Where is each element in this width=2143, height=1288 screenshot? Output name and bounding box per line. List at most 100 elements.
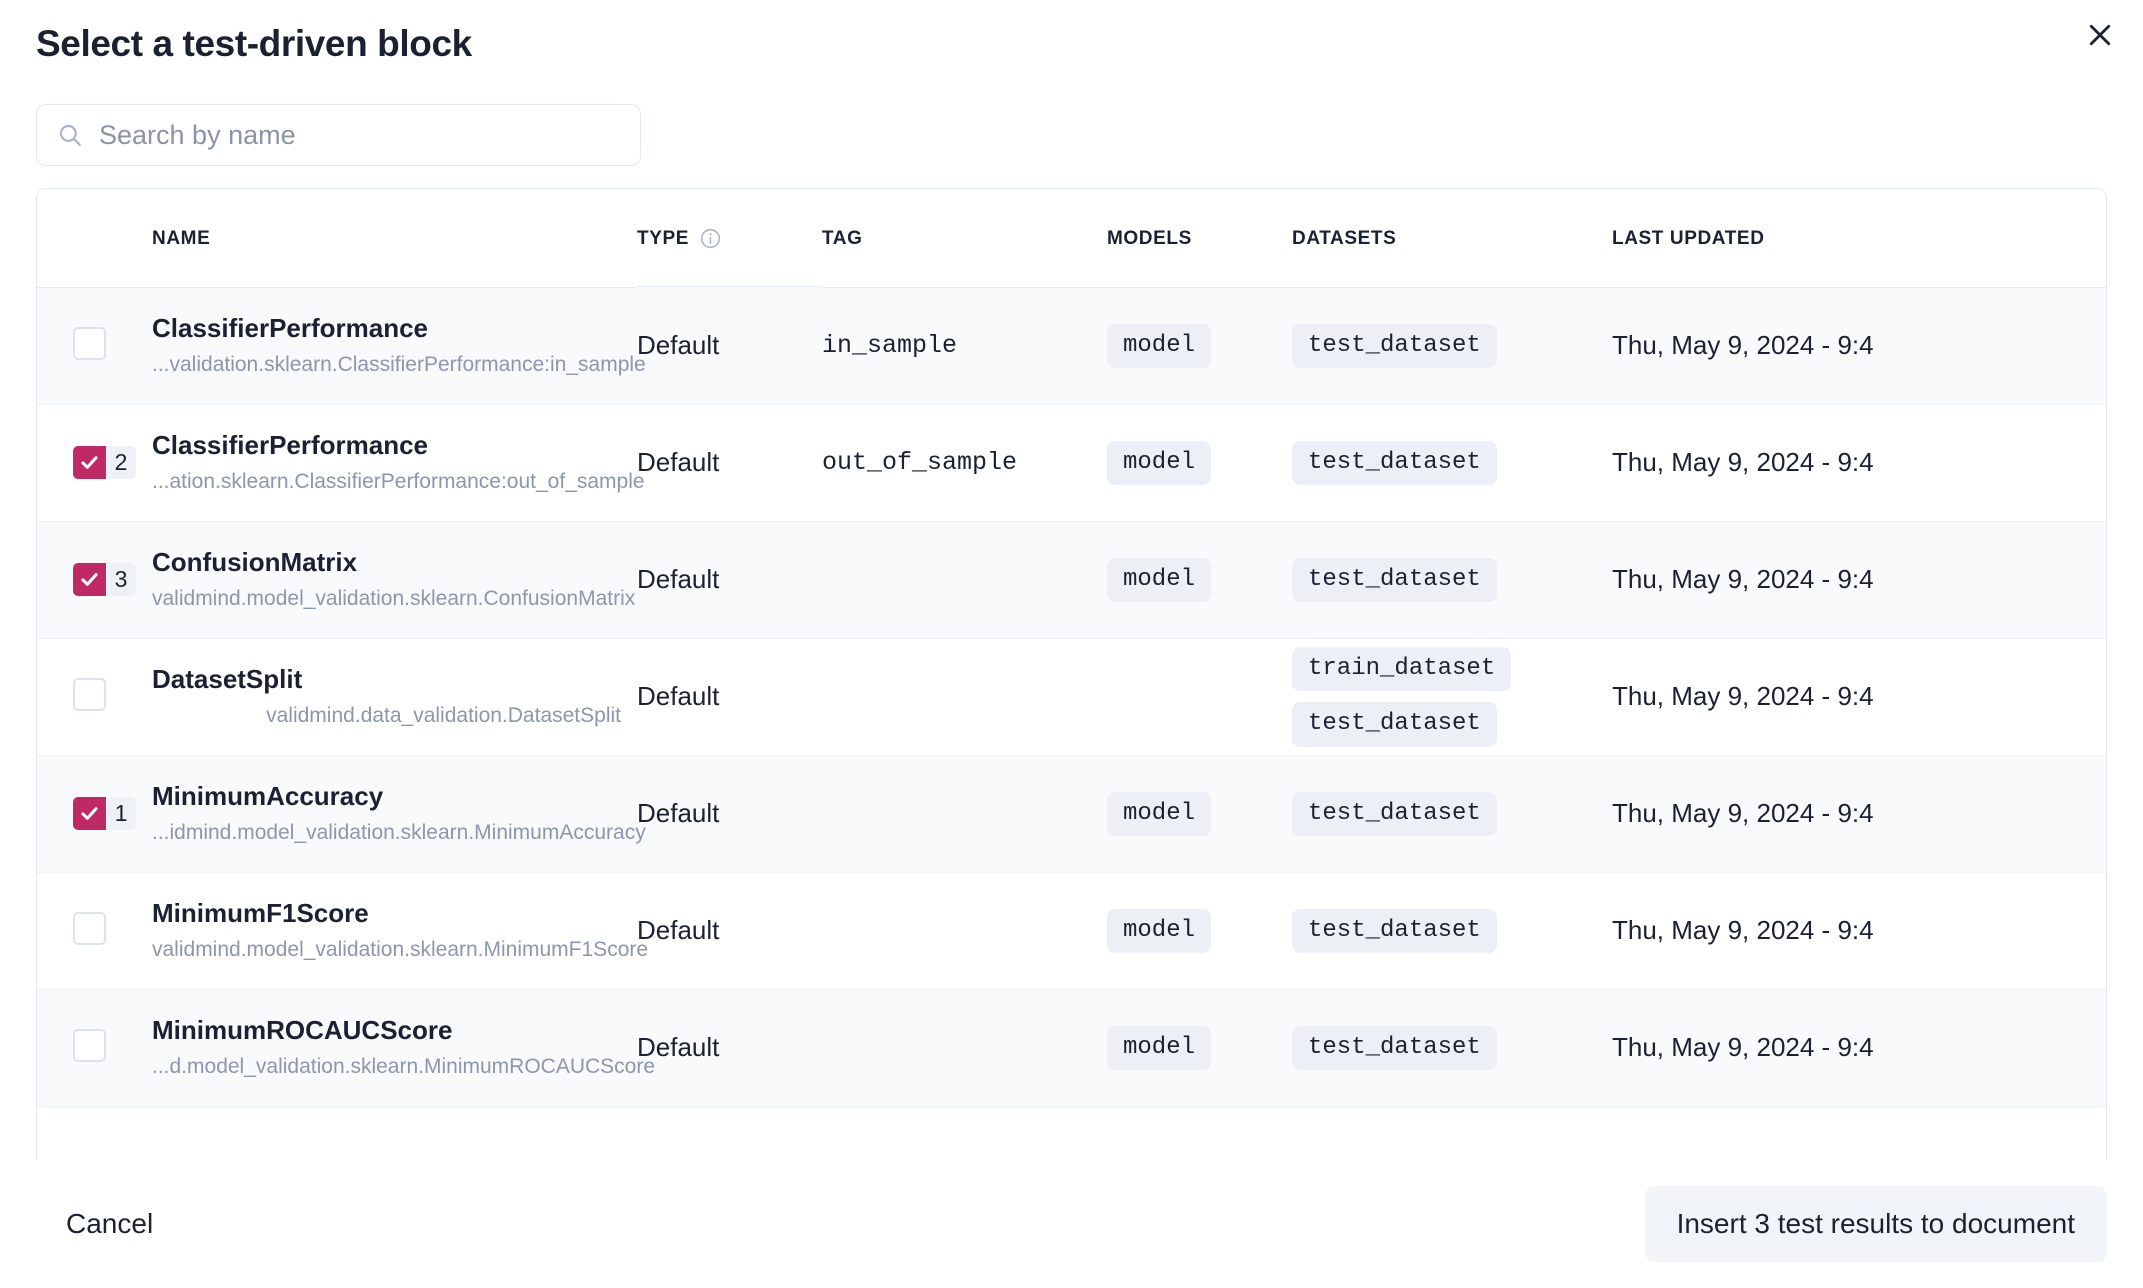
row-last-updated-cell: Thu, May 9, 2024 - 9:4 — [1612, 681, 1874, 712]
test-name: MinimumROCAUCScore — [152, 1015, 453, 1046]
test-path: validmind.model_validation.sklearn.Minim… — [152, 937, 649, 961]
row-select-cell[interactable]: 1 — [37, 755, 152, 872]
row-checkbox-group[interactable]: 3 — [73, 563, 136, 597]
row-checkbox[interactable] — [73, 797, 106, 831]
close-icon[interactable] — [2075, 10, 2125, 60]
table-row[interactable]: 1 MinimumAccuracy ...idmind.model_validati… — [37, 755, 2106, 873]
row-checkbox[interactable] — [73, 563, 106, 597]
row-select-cell[interactable] — [37, 872, 152, 989]
test-name: ClassifierPerformance — [152, 313, 429, 344]
row-checkbox[interactable] — [73, 911, 106, 945]
row-type-cell: Default — [637, 564, 720, 595]
row-last-updated-cell: Thu, May 9, 2024 - 9:4 — [1612, 564, 1874, 595]
test-blocks-table: NAME TYPE TAG MODELS DATASETS LAST UPDAT… — [37, 189, 2106, 1107]
row-models-cell: model — [1107, 404, 1292, 521]
row-name-cell: MinimumROCAUCScore ...d.model_validation.… — [152, 989, 655, 1106]
row-checkbox[interactable] — [73, 677, 106, 711]
row-checkbox[interactable] — [73, 1028, 106, 1062]
row-type-cell: Default — [637, 1032, 720, 1063]
row-models-cell: model — [1107, 872, 1292, 989]
row-checkbox-group[interactable] — [73, 1028, 106, 1062]
column-header-models[interactable]: MODELS — [1107, 189, 1292, 288]
row-checkbox-group[interactable] — [73, 677, 106, 711]
row-tag-cell — [822, 638, 1107, 755]
row-type-cell: Default — [637, 330, 720, 361]
row-checkbox-group[interactable] — [73, 911, 106, 945]
row-models-cell: model — [1107, 989, 1292, 1106]
column-header-select — [37, 189, 152, 288]
column-header-tag[interactable]: TAG — [822, 189, 1107, 288]
pill: model — [1107, 791, 1212, 837]
row-tag-cell: in_sample — [822, 331, 958, 361]
row-datasets-cell: test_dataset — [1292, 989, 1612, 1106]
test-path: ...validation.sklearn.ClassifierPerforma… — [152, 352, 646, 376]
row-last-updated-cell: Thu, May 9, 2024 - 9:4 — [1612, 1032, 1874, 1063]
table-body: ClassifierPerformance ...validation.sklea… — [37, 287, 2106, 1107]
row-tag-cell: out_of_sample — [822, 448, 1018, 478]
row-tag-cell — [822, 989, 1107, 1106]
row-select-cell[interactable]: 3 — [37, 521, 152, 638]
row-select-cell[interactable] — [37, 638, 152, 755]
table-row[interactable]: DatasetSplit validmind.data_validation.Da… — [37, 638, 2106, 756]
column-header-datasets[interactable]: DATASETS — [1292, 189, 1612, 288]
row-select-cell[interactable] — [37, 989, 152, 1106]
row-last-updated-cell: Thu, May 9, 2024 - 9:4 — [1612, 447, 1874, 478]
row-models-cell: model — [1107, 287, 1292, 404]
row-checkbox-group[interactable] — [73, 326, 106, 360]
pill: test_dataset — [1292, 791, 1497, 837]
test-path: ...ation.sklearn.ClassifierPerformance:o… — [152, 469, 645, 493]
table-row[interactable]: 2 ClassifierPerformance ...ation.sklearn.C… — [37, 404, 2106, 522]
table-header: NAME TYPE TAG MODELS DATASETS LAST UPDAT… — [37, 189, 2106, 288]
table-row[interactable]: 3 ConfusionMatrix validmind.model_validati… — [37, 521, 2106, 639]
row-select-cell[interactable] — [37, 287, 152, 404]
row-name-cell: ConfusionMatrix validmind.model_validatio… — [152, 521, 637, 638]
search-input[interactable] — [37, 105, 640, 166]
pill: test_dataset — [1292, 323, 1497, 369]
insert-test-results-button[interactable]: Insert 3 test results to document — [1644, 1186, 2107, 1262]
table-row[interactable]: MinimumF1Score validmind.model_validation… — [37, 872, 2106, 990]
test-path: validmind.data_validation.DatasetSplit — [266, 703, 621, 727]
row-datasets-cell: test_dataset — [1292, 521, 1612, 638]
pill: model — [1107, 1025, 1212, 1071]
test-name: MinimumAccuracy — [152, 781, 384, 812]
pill: train_dataset — [1292, 647, 1512, 692]
row-type-cell: Default — [637, 447, 720, 478]
info-circle-icon[interactable] — [699, 227, 722, 250]
row-name-cell: ClassifierPerformance ...validation.sklea… — [152, 287, 646, 404]
row-models-cell: model — [1107, 521, 1292, 638]
cancel-button[interactable]: Cancel — [36, 1194, 169, 1254]
row-models-cell — [1107, 638, 1292, 755]
row-checkbox[interactable] — [73, 326, 106, 360]
selection-order-badge: 2 — [106, 446, 136, 480]
pill: model — [1107, 908, 1212, 954]
row-checkbox[interactable] — [73, 446, 106, 480]
row-datasets-cell: test_dataset — [1292, 404, 1612, 521]
row-last-updated-cell: Thu, May 9, 2024 - 9:4 — [1612, 330, 1874, 361]
search-icon — [57, 122, 83, 148]
test-name: MinimumF1Score — [152, 898, 369, 929]
table-row[interactable]: ClassifierPerformance ...validation.sklea… — [37, 287, 2106, 405]
row-tag-cell — [822, 521, 1107, 638]
row-name-cell: MinimumF1Score validmind.model_validation… — [152, 872, 649, 989]
row-datasets-cell: test_dataset — [1292, 755, 1612, 872]
search-box[interactable] — [36, 104, 641, 167]
test-name: ClassifierPerformance — [152, 430, 429, 461]
row-last-updated-cell: Thu, May 9, 2024 - 9:4 — [1612, 798, 1874, 829]
test-path: ...idmind.model_validation.sklearn.Minim… — [152, 820, 646, 844]
table-row[interactable]: MinimumROCAUCScore ...d.model_validation.… — [37, 989, 2106, 1107]
column-header-last-updated[interactable]: LAST UPDATED — [1612, 189, 2106, 288]
modal-footer: Cancel Insert 3 test results to document — [0, 1160, 2143, 1288]
row-select-cell[interactable]: 2 — [37, 404, 152, 521]
row-checkbox-group[interactable]: 2 — [73, 446, 136, 480]
test-blocks-table-container[interactable]: NAME TYPE TAG MODELS DATASETS LAST UPDAT… — [36, 188, 2107, 1160]
row-checkbox-group[interactable]: 1 — [73, 797, 136, 831]
column-header-name[interactable]: NAME — [152, 189, 637, 288]
row-tag-cell — [822, 872, 1107, 989]
table-header-row: NAME TYPE TAG MODELS DATASETS LAST UPDAT… — [37, 189, 2106, 288]
column-header-type-label: TYPE — [637, 227, 690, 249]
column-header-type[interactable]: TYPE — [637, 189, 822, 288]
pill: test_dataset — [1292, 1025, 1497, 1071]
select-test-driven-block-modal: Select a test-driven block Search by nam… — [0, 0, 2143, 1288]
selection-order-badge: 1 — [106, 797, 136, 831]
pill: model — [1107, 557, 1212, 603]
